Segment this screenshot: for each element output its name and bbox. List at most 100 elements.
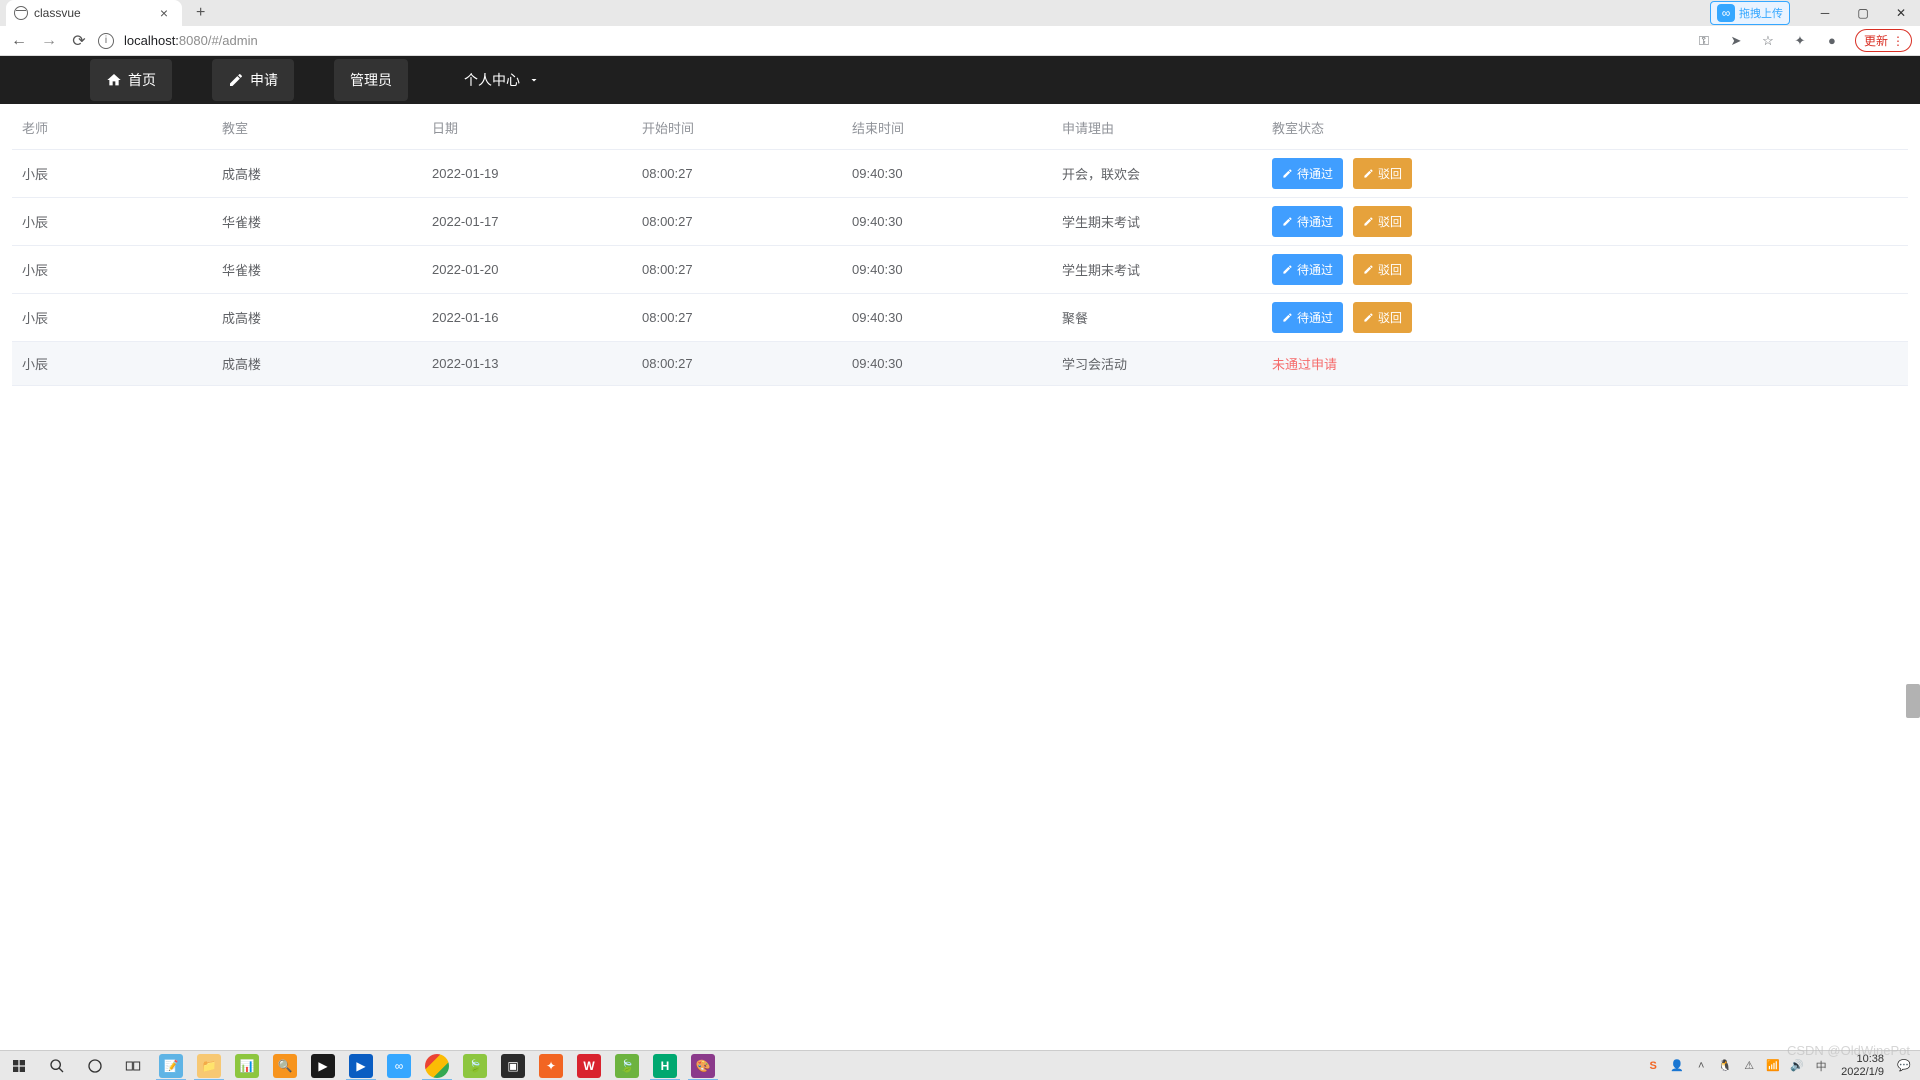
vertical-scrollbar-thumb[interactable]	[1906, 684, 1920, 718]
reject-button[interactable]: 驳回	[1353, 254, 1412, 285]
cell-date: 2022-01-13	[432, 356, 642, 371]
reject-button[interactable]: 驳回	[1353, 158, 1412, 189]
back-button[interactable]: ←	[8, 30, 30, 52]
cell-end: 09:40:30	[852, 356, 1062, 371]
nav-home-label: 首页	[128, 70, 156, 90]
network-tray-icon[interactable]: 📶	[1765, 1058, 1781, 1074]
table-row: 小辰成高楼2022-01-1608:00:2709:40:30聚餐 待通过 驳回	[12, 294, 1908, 342]
cell-reason: 开会，联欢会	[1062, 164, 1272, 183]
close-window-button[interactable]: ✕	[1882, 0, 1920, 26]
clock-date: 2022/1/9	[1841, 1066, 1884, 1079]
start-button[interactable]	[0, 1051, 38, 1080]
taskbar-app-11[interactable]: W	[570, 1051, 608, 1080]
edit-icon	[228, 72, 244, 88]
taskbar-app-9[interactable]: ▣	[494, 1051, 532, 1080]
windows-taskbar: 📝 📁 📊 🔍 ▶ ▶ ∞ 🍃 ▣ ✦ W 🍃 H 🎨 S 👤 ˄ 🐧 ⚠ 📶 …	[0, 1050, 1920, 1080]
browser-titlebar: classvue × + ∞ 拖拽上传 ─ ▢ ✕	[0, 0, 1920, 26]
table-row: 小辰华雀楼2022-01-1708:00:2709:40:30学生期末考试 待通…	[12, 198, 1908, 246]
taskbar-app-6[interactable]: ▶	[342, 1051, 380, 1080]
nav-admin[interactable]: 管理员	[334, 59, 408, 101]
cell-status: 待通过 驳回	[1272, 158, 1908, 189]
cell-date: 2022-01-19	[432, 166, 642, 181]
tab-title: classvue	[34, 6, 156, 20]
reload-button[interactable]: ⟳	[68, 30, 90, 52]
reject-button[interactable]: 驳回	[1353, 206, 1412, 237]
th-status: 教室状态	[1272, 118, 1908, 137]
new-tab-button[interactable]: +	[190, 4, 211, 22]
cell-status: 待通过 驳回	[1272, 254, 1908, 285]
approve-button[interactable]: 待通过	[1272, 254, 1343, 285]
cell-room: 成高楼	[222, 354, 432, 373]
tray-icon-2[interactable]: ⚠	[1741, 1058, 1757, 1074]
nav-personal-label: 个人中心	[464, 70, 520, 90]
send-icon[interactable]: ➤	[1727, 32, 1745, 50]
cell-room: 成高楼	[222, 164, 432, 183]
cell-date: 2022-01-17	[432, 214, 642, 229]
ime-tray-icon[interactable]: 中	[1813, 1058, 1829, 1074]
status-rejected-label: 未通过申请	[1272, 354, 1908, 373]
browser-toolbar: ← → ⟳ i localhost:8080/#/admin ⚿ ➤ ☆ ✦ ●…	[0, 26, 1920, 56]
close-tab-icon[interactable]: ×	[156, 5, 172, 21]
people-tray-icon[interactable]: 👤	[1669, 1058, 1685, 1074]
nav-personal[interactable]: 个人中心	[448, 59, 558, 101]
nav-apply[interactable]: 申请	[212, 59, 294, 101]
cell-teacher: 小辰	[12, 260, 222, 279]
table-header-row: 老师 教室 日期 开始时间 结束时间 申请理由 教室状态	[12, 106, 1908, 150]
cell-end: 09:40:30	[852, 214, 1062, 229]
cortana-button[interactable]	[76, 1051, 114, 1080]
site-info-icon[interactable]: i	[98, 33, 114, 49]
app-navbar: 首页 申请 管理员 个人中心	[0, 56, 1920, 104]
th-start: 开始时间	[642, 118, 852, 137]
taskbar-app-13[interactable]: H	[646, 1051, 684, 1080]
volume-tray-icon[interactable]: 🔊	[1789, 1058, 1805, 1074]
taskbar-app-3[interactable]: 📊	[228, 1051, 266, 1080]
cell-start: 08:00:27	[642, 262, 852, 277]
search-button[interactable]	[38, 1051, 76, 1080]
task-view-button[interactable]	[114, 1051, 152, 1080]
cell-teacher: 小辰	[12, 354, 222, 373]
taskbar-app-12[interactable]: 🍃	[608, 1051, 646, 1080]
th-room: 教室	[222, 118, 432, 137]
reject-button[interactable]: 驳回	[1353, 302, 1412, 333]
taskbar-app-2[interactable]: 📁	[190, 1051, 228, 1080]
home-icon	[106, 72, 122, 88]
cell-teacher: 小辰	[12, 164, 222, 183]
cell-teacher: 小辰	[12, 212, 222, 231]
cloud-icon: ∞	[1717, 4, 1735, 22]
approve-button[interactable]: 待通过	[1272, 302, 1343, 333]
approve-button[interactable]: 待通过	[1272, 158, 1343, 189]
taskbar-app-8[interactable]: 🍃	[456, 1051, 494, 1080]
taskbar-chrome[interactable]	[418, 1051, 456, 1080]
tray-icon-1[interactable]: 🐧	[1717, 1058, 1733, 1074]
star-icon[interactable]: ☆	[1759, 32, 1777, 50]
watermark: CSDN @OldWinePot	[1787, 1043, 1910, 1058]
cell-reason: 学生期末考试	[1062, 212, 1272, 231]
tray-expand-icon[interactable]: ˄	[1693, 1058, 1709, 1074]
address-bar[interactable]: localhost:8080/#/admin	[124, 33, 1687, 48]
taskbar-app-5[interactable]: ▶	[304, 1051, 342, 1080]
th-end: 结束时间	[852, 118, 1062, 137]
nav-admin-label: 管理员	[350, 70, 392, 90]
profile-icon[interactable]: ●	[1823, 32, 1841, 50]
sogou-tray-icon[interactable]: S	[1645, 1058, 1661, 1074]
key-icon[interactable]: ⚿	[1695, 32, 1713, 50]
nav-home[interactable]: 首页	[90, 59, 172, 101]
baidu-upload-button[interactable]: ∞ 拖拽上传	[1710, 1, 1790, 25]
cell-start: 08:00:27	[642, 166, 852, 181]
update-button[interactable]: 更新⋮	[1855, 29, 1912, 52]
cell-room: 华雀楼	[222, 212, 432, 231]
maximize-button[interactable]: ▢	[1844, 0, 1882, 26]
browser-tab[interactable]: classvue ×	[6, 0, 182, 26]
approve-button[interactable]: 待通过	[1272, 206, 1343, 237]
cell-room: 华雀楼	[222, 260, 432, 279]
taskbar-app-14[interactable]: 🎨	[684, 1051, 722, 1080]
taskbar-app-7[interactable]: ∞	[380, 1051, 418, 1080]
cell-room: 成高楼	[222, 308, 432, 327]
taskbar-app-1[interactable]: 📝	[152, 1051, 190, 1080]
taskbar-app-4[interactable]: 🔍	[266, 1051, 304, 1080]
notifications-tray-icon[interactable]: 💬	[1896, 1058, 1912, 1074]
forward-button[interactable]: →	[38, 30, 60, 52]
extensions-icon[interactable]: ✦	[1791, 32, 1809, 50]
minimize-button[interactable]: ─	[1806, 0, 1844, 26]
taskbar-app-10[interactable]: ✦	[532, 1051, 570, 1080]
